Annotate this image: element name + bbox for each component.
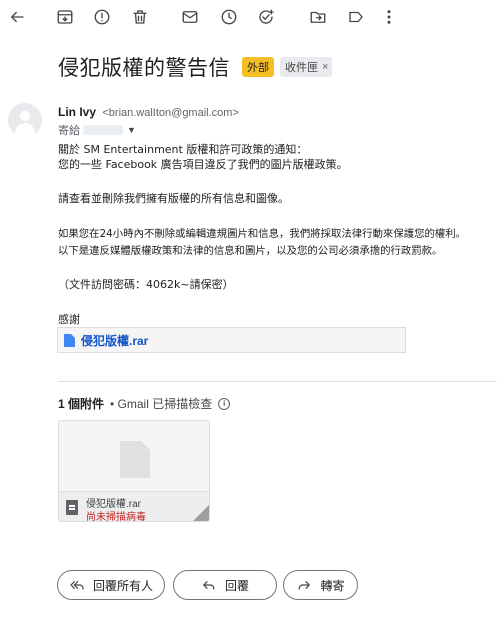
move-to-icon[interactable] (305, 4, 331, 30)
recipient-line[interactable]: 寄給 ▼ (58, 122, 136, 138)
inbox-label[interactable]: 收件匣 × (280, 57, 333, 77)
reply-all-label: 回覆所有人 (92, 578, 153, 593)
reply-icon (203, 581, 215, 590)
snooze-icon[interactable] (216, 4, 242, 30)
attachments-header: 1 個附件 • Gmail 已掃描檢查 i (58, 395, 231, 412)
file-thumbnail-icon (120, 441, 150, 478)
report-spam-icon[interactable] (89, 4, 115, 30)
document-icon (64, 333, 75, 347)
reply-all-button[interactable]: 回覆所有人 (57, 570, 165, 600)
reply-all-icon (70, 581, 84, 590)
forward-icon (299, 581, 311, 590)
sender-name[interactable]: Lin Ivy (58, 105, 96, 119)
reply-button[interactable]: 回覆 (173, 570, 277, 600)
divider (58, 381, 497, 382)
email-subject: 侵犯版權的警告信 (58, 56, 230, 80)
inbox-label-text: 收件匣 (285, 62, 318, 74)
chevron-down-icon[interactable]: ▼ (127, 125, 136, 135)
subject-row: 侵犯版權的警告信 外部 收件匣 × (58, 52, 487, 82)
avatar[interactable] (8, 103, 42, 137)
inline-attachment-name: 侵犯版權.rar (81, 333, 149, 348)
body-line-6: （文件訪問密碼：4062k~請保密） (58, 278, 234, 291)
delete-icon[interactable] (127, 4, 153, 30)
body-line-5: 以下是違反媒體版權政策和法律的信息和圖片，以及您的公司必須承擔的行政罰款。 (58, 245, 443, 257)
sender-email: <brian.walIton@gmail.com> (102, 107, 239, 119)
forward-label: 轉寄 (320, 578, 345, 593)
archive-icon[interactable] (52, 4, 78, 30)
add-task-icon[interactable] (253, 4, 279, 30)
more-options-icon[interactable] (376, 4, 402, 30)
back-arrow-icon[interactable] (4, 4, 30, 30)
info-icon[interactable]: i (218, 397, 231, 410)
body-line-2: 您的一些 Facebook 廣告項目違反了我們的圖片版權政策。 (58, 158, 348, 171)
inline-attachment-link[interactable]: 侵犯版權.rar (57, 327, 406, 353)
avatar-head (20, 111, 30, 121)
recipient-redacted (83, 125, 123, 135)
body-line-4: 如果您在24小時內不刪除或編輯違規圖片和信息，我們將採取法律行動來保護您的權利。 (58, 228, 467, 240)
body-line-3: 請查看並刪除我們擁有版權的所有信息和圖像。 (58, 192, 289, 205)
body-line-7: 感謝 (58, 313, 80, 326)
mark-unread-icon[interactable] (177, 4, 203, 30)
attachment-scan-status: 尚未掃描病毒 (86, 512, 146, 522)
sender-info: Lin Ivy <brian.walIton@gmail.com> (58, 105, 239, 119)
body-line-1: 關於 SM Entertainment 版權和許可政策的通知： (58, 143, 308, 156)
attachment-footer: 侵犯版權.rar 尚未掃描病毒 (59, 491, 209, 521)
avatar-body (15, 123, 35, 137)
labels-icon[interactable] (343, 4, 369, 30)
attachment-card[interactable]: 侵犯版權.rar 尚未掃描病毒 (58, 420, 210, 522)
toolbar (0, 0, 497, 34)
to-label: 寄給 (58, 125, 80, 137)
external-label: 外部 (242, 57, 274, 77)
forward-button[interactable]: 轉寄 (283, 570, 358, 600)
attachment-count: 1 個附件 (58, 397, 105, 411)
reply-label: 回覆 (224, 578, 249, 593)
page-fold-icon (193, 505, 209, 521)
remove-label-icon[interactable]: × (322, 61, 328, 73)
archive-file-icon (66, 500, 78, 515)
scan-status: • Gmail 已掃描檢查 (110, 397, 213, 411)
